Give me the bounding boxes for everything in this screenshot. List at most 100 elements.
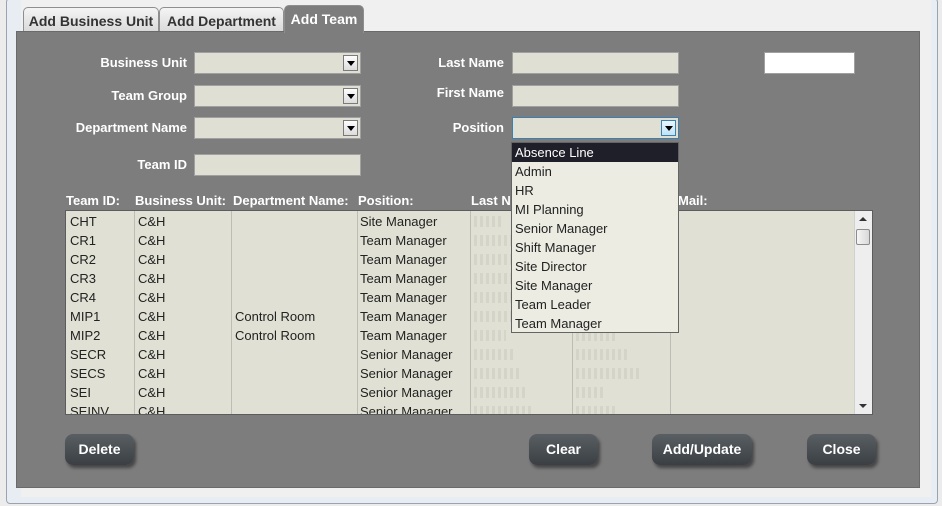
cell-position: Senior Manager [360, 385, 453, 400]
cell-team-id: MIP2 [70, 328, 101, 343]
mail-input[interactable] [764, 52, 855, 74]
table-row[interactable]: SEI C&H Senior Manager [66, 383, 856, 402]
department-name-label: Department Name [75, 120, 187, 135]
cell-position: Team Manager [360, 309, 447, 324]
cell-business-unit: C&H [138, 385, 166, 400]
position-option[interactable]: Admin [512, 162, 678, 181]
redacted-first-name [576, 349, 628, 360]
chevron-down-icon[interactable] [343, 120, 358, 136]
cell-team-id: SEI [70, 385, 91, 400]
cell-business-unit: C&H [138, 404, 166, 415]
chevron-down-icon[interactable] [661, 120, 676, 136]
team-id-input[interactable] [194, 154, 361, 176]
first-name-label: First Name [436, 85, 504, 100]
business-unit-label: Business Unit [100, 55, 187, 70]
scroll-up-arrow-icon[interactable] [859, 217, 867, 221]
list-scrollbar[interactable] [854, 211, 872, 414]
tab-add-team[interactable]: Add Team [284, 5, 364, 33]
table-row[interactable]: MIP2 C&H Control Room Team Manager [66, 326, 856, 345]
team-id-label: Team ID [137, 157, 187, 172]
scroll-thumb[interactable] [856, 229, 870, 245]
redacted-last-name [474, 406, 534, 414]
col-header-department-name: Department Name: [233, 193, 349, 208]
add-update-button[interactable]: Add/Update [652, 434, 752, 465]
cell-business-unit: C&H [138, 366, 166, 381]
redacted-first-name [576, 368, 639, 379]
cell-team-id: CR4 [70, 290, 97, 305]
cell-team-id: CR3 [70, 271, 97, 286]
redacted-last-name [474, 216, 504, 227]
cell-business-unit: C&H [138, 214, 166, 229]
cell-position: Senior Manager [360, 404, 453, 415]
table-row[interactable]: MIP1 C&H Control Room Team Manager [66, 307, 856, 326]
first-name-input[interactable] [512, 85, 679, 107]
table-row[interactable]: CR1 C&H Team Manager [66, 231, 856, 250]
cell-position: Team Manager [360, 290, 447, 305]
position-option[interactable]: Absence Line [512, 143, 678, 162]
position-option[interactable]: HR [512, 181, 678, 200]
cell-team-id: CR2 [70, 252, 97, 267]
scroll-down-arrow-icon[interactable] [859, 404, 867, 408]
table-row[interactable]: CHT C&H Site Manager [66, 212, 856, 231]
last-name-label: Last Name [438, 55, 504, 70]
position-label: Position [452, 120, 504, 135]
table-row[interactable]: CR2 C&H Team Manager [66, 250, 856, 269]
position-option[interactable]: Senior Manager [512, 219, 678, 238]
close-button[interactable]: Close [807, 434, 876, 465]
team-group-combo[interactable] [194, 85, 361, 107]
redacted-last-name [474, 235, 511, 246]
cell-business-unit: C&H [138, 328, 166, 343]
cell-position: Team Manager [360, 252, 447, 267]
chevron-down-icon[interactable] [343, 55, 358, 71]
position-dropdown-list[interactable]: Absence Line Admin HR MI Planning Senior Man… [511, 142, 679, 333]
redacted-last-name [474, 387, 527, 398]
position-combo[interactable] [512, 117, 679, 139]
table-row[interactable]: SECS C&H Senior Manager [66, 364, 856, 383]
tab-add-department[interactable]: Add Department [159, 7, 284, 33]
position-option[interactable]: MI Planning [512, 200, 678, 219]
cell-position: Senior Manager [360, 347, 453, 362]
cell-team-id: SECR [70, 347, 107, 362]
cell-team-id: SECS [70, 366, 106, 381]
col-header-mail: Mail: [678, 193, 708, 208]
table-row[interactable]: SEINV C&H Senior Manager [66, 402, 856, 415]
table-row[interactable]: SECR C&H Senior Manager [66, 345, 856, 364]
position-option[interactable]: Team Manager [512, 314, 678, 333]
position-option[interactable]: Site Director [512, 257, 678, 276]
redacted-last-name [474, 349, 513, 360]
cell-position: Senior Manager [360, 366, 453, 381]
tab-add-business-unit[interactable]: Add Business Unit [23, 7, 159, 33]
cell-department: Control Room [235, 309, 316, 324]
cell-position: Team Manager [360, 233, 447, 248]
chevron-down-icon[interactable] [343, 88, 358, 104]
redacted-last-name [474, 330, 506, 341]
department-name-combo[interactable] [194, 117, 361, 139]
team-list[interactable]: CHT C&H Site Manager CR1 C&H Team Manager CR2 C… [65, 210, 873, 415]
cell-team-id: MIP1 [70, 309, 101, 324]
redacted-first-name [576, 406, 616, 414]
col-header-business-unit: Business Unit: [135, 193, 227, 208]
cell-business-unit: C&H [138, 309, 166, 324]
redacted-first-name [576, 387, 605, 398]
cell-business-unit: C&H [138, 347, 166, 362]
cell-team-id: CR1 [70, 233, 97, 248]
cell-team-id: SEINV [70, 404, 110, 415]
position-option[interactable]: Team Leader [512, 295, 678, 314]
cell-business-unit: C&H [138, 233, 166, 248]
col-header-team-id: Team ID: [66, 193, 120, 208]
business-unit-combo[interactable] [194, 52, 361, 74]
col-header-position: Position: [358, 193, 414, 208]
cell-position: Team Manager [360, 328, 447, 343]
delete-button[interactable]: Delete [65, 434, 134, 465]
table-row[interactable]: CR4 C&H Team Manager [66, 288, 856, 307]
redacted-last-name [474, 368, 520, 379]
last-name-input[interactable] [512, 52, 679, 74]
cell-business-unit: C&H [138, 252, 166, 267]
clear-button[interactable]: Clear [529, 434, 598, 465]
cell-position: Team Manager [360, 271, 447, 286]
team-group-label: Team Group [111, 88, 187, 103]
position-option[interactable]: Shift Manager [512, 238, 678, 257]
cell-position: Site Manager [360, 214, 438, 229]
table-row[interactable]: CR3 C&H Team Manager [66, 269, 856, 288]
position-option[interactable]: Site Manager [512, 276, 678, 295]
